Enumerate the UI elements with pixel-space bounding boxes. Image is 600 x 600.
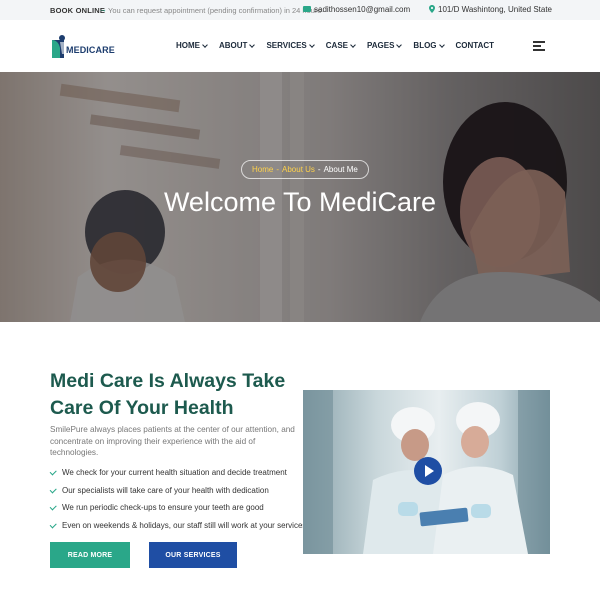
mail-icon xyxy=(303,6,311,12)
nav-label: BLOG xyxy=(413,41,437,50)
about-description: SmilePure always places patients at the … xyxy=(50,425,295,457)
breadcrumb-separator: - xyxy=(276,165,280,174)
nav-item-about[interactable]: ABOUT xyxy=(219,41,256,50)
feature-list: We check for your current health situati… xyxy=(49,464,310,535)
check-icon xyxy=(49,520,57,528)
list-item: We check for your current health situati… xyxy=(49,464,310,482)
map-pin-icon xyxy=(429,5,435,13)
arrow-right-icon: → xyxy=(99,5,107,14)
nav-item-blog[interactable]: BLOG xyxy=(413,41,445,50)
main-nav: HOME ABOUT SERVICES CASE PAGES BLOG CONT… xyxy=(176,41,506,50)
check-icon xyxy=(49,468,57,476)
list-item: Even on weekends & holidays, our staff s… xyxy=(49,517,310,535)
list-item: Our specialists will take care of your h… xyxy=(49,482,310,500)
feature-text: Even on weekends & holidays, our staff s… xyxy=(62,520,307,530)
breadcrumb-separator: - xyxy=(317,165,321,174)
chevron-down-icon xyxy=(308,41,315,48)
breadcrumb-home[interactable]: Home xyxy=(252,165,273,174)
contact-address: 101/D Washintong, United State xyxy=(438,5,552,14)
nav-label: SERVICES xyxy=(266,41,307,50)
chevron-down-icon xyxy=(249,41,256,48)
site-header: MEDICARE HOME ABOUT SERVICES CASE PAGES … xyxy=(0,20,600,72)
our-services-button[interactable]: OUR SERVICES xyxy=(149,542,237,568)
nav-item-services[interactable]: SERVICES xyxy=(266,41,315,50)
book-online-label[interactable]: BOOK ONLINE xyxy=(50,6,105,15)
play-icon xyxy=(425,465,434,477)
nav-label: CONTACT xyxy=(455,41,495,50)
doctors-video-thumbnail[interactable] xyxy=(303,390,550,554)
list-item: We run periodic check-ups to ensure your… xyxy=(49,499,310,517)
logo-text[interactable]: MEDICARE xyxy=(66,45,115,55)
check-icon xyxy=(49,503,57,511)
breadcrumb-current: About Me xyxy=(323,165,358,174)
nav-item-contact[interactable]: CONTACT xyxy=(456,41,495,50)
nav-label: CASE xyxy=(325,41,348,50)
hero-banner: Home - About Us - About Me Welcome To Me… xyxy=(0,72,600,322)
nav-label: PAGES xyxy=(367,41,395,50)
hamburger-menu-icon[interactable] xyxy=(533,41,545,51)
nav-item-case[interactable]: CASE xyxy=(325,41,356,50)
chevron-down-icon xyxy=(396,41,403,48)
read-more-button[interactable]: READ MORE xyxy=(50,542,130,568)
feature-text: We run periodic check-ups to ensure your… xyxy=(62,503,264,513)
nav-item-home[interactable]: HOME xyxy=(176,41,208,50)
feature-text: Our specialists will take care of your h… xyxy=(62,485,269,495)
contact-email[interactable]: sadithossen10@gmail.com xyxy=(314,5,410,14)
play-video-button[interactable] xyxy=(414,457,442,485)
top-info-bar: BOOK ONLINE → You can request appointmen… xyxy=(0,0,600,20)
nav-label: HOME xyxy=(176,41,200,50)
chevron-down-icon xyxy=(350,41,356,48)
feature-text: We check for your current health situati… xyxy=(62,468,287,478)
chevron-down-icon xyxy=(202,41,208,48)
about-title: Medi Care Is Always Take Care Of Your He… xyxy=(50,370,286,419)
chevron-down-icon xyxy=(438,41,445,48)
breadcrumb-about-us[interactable]: About Us xyxy=(282,165,315,174)
nav-label: ABOUT xyxy=(219,41,248,50)
breadcrumb: Home - About Us - About Me xyxy=(241,160,369,179)
hero-title: Welcome To MediCare xyxy=(163,187,437,217)
nav-item-pages[interactable]: PAGES xyxy=(367,41,403,50)
appointment-text: You can request appointment (pending con… xyxy=(108,6,322,15)
check-icon xyxy=(49,485,57,493)
